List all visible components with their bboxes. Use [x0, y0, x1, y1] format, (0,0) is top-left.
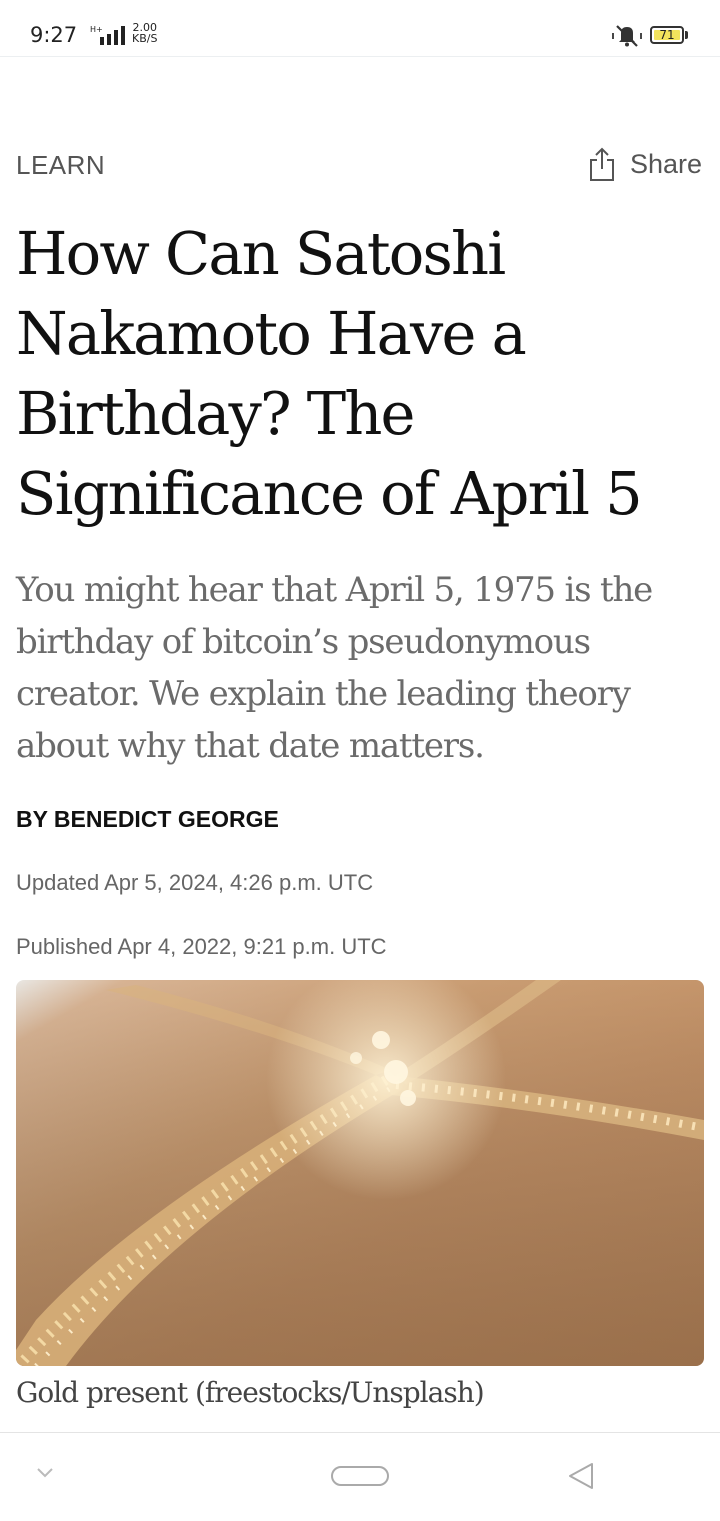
- article-published-time: Published Apr 4, 2022, 9:21 p.m. UTC: [16, 934, 387, 959]
- share-icon: [590, 147, 614, 181]
- article-byline[interactable]: BY BENEDICT GEORGE: [16, 806, 279, 833]
- network-speed: 2.00 KB/S: [132, 22, 157, 44]
- status-bar: 9:27 H+ 2.00 KB/S 71: [0, 0, 720, 57]
- share-button[interactable]: Share: [588, 144, 702, 184]
- article-category[interactable]: LEARN: [16, 150, 105, 181]
- network-type: H+: [90, 25, 103, 34]
- signal-icon: H+: [90, 25, 125, 45]
- back-triangle-icon[interactable]: [566, 1461, 596, 1491]
- network-speed-unit: KB/S: [132, 32, 158, 45]
- article-updated-time: Updated Apr 5, 2024, 4:26 p.m. UTC: [16, 870, 374, 895]
- article-subheadline: You might hear that April 5, 1975 is the…: [16, 570, 653, 766]
- chevron-down-icon[interactable]: [36, 1467, 54, 1479]
- status-time: 9:27: [30, 23, 78, 47]
- battery-level: 71: [659, 28, 675, 42]
- home-pill-icon[interactable]: [330, 1465, 390, 1487]
- gold-present-image: [16, 980, 704, 1366]
- share-label: Share: [630, 148, 703, 179]
- hero-image: [16, 980, 704, 1366]
- article-headline: How Can Satoshi Nakamoto Have a Birthday…: [16, 219, 643, 528]
- vibrate-mute-icon: [612, 25, 642, 47]
- image-caption: Gold present (freestocks/Unsplash): [16, 1376, 485, 1409]
- navigation-bar: [0, 1432, 720, 1521]
- battery-nub: [685, 31, 688, 39]
- battery-icon: 71: [650, 26, 684, 44]
